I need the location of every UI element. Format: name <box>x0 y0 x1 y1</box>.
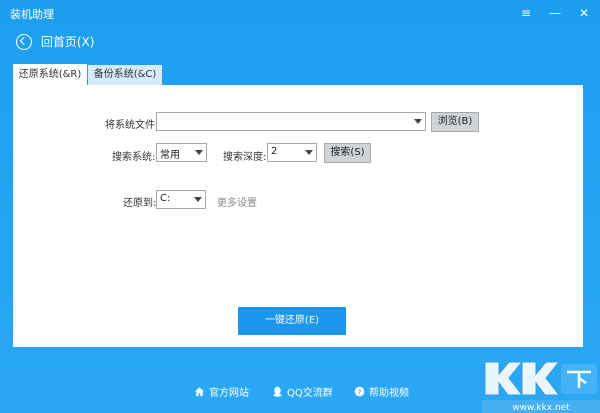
close-icon[interactable]: ✕ <box>574 4 594 22</box>
tab-restore-system[interactable]: 还原系统(&R) <box>13 64 87 85</box>
restore-to-select[interactable]: C: <box>156 190 206 209</box>
search-system-label: 搜索系统: <box>112 152 156 163</box>
search-depth-select[interactable]: 2 <box>267 143 317 162</box>
search-depth-label: 搜索深度: <box>223 152 267 163</box>
tab-backup-system[interactable]: 备份系统(&C) <box>88 65 162 85</box>
search-button[interactable]: 搜索(S) <box>324 143 371 163</box>
watermark-logo: www.kkx.net <box>482 350 600 413</box>
qq-group-link[interactable]: QQ交流群 <box>272 384 333 399</box>
search-system-select[interactable]: 常用 <box>156 143 207 162</box>
chevron-down-icon <box>414 119 422 124</box>
search-system-value: 常用 <box>160 150 180 161</box>
help-video-label: 帮助视频 <box>369 388 409 399</box>
search-depth-value: 2 <box>271 146 278 157</box>
more-settings-link[interactable]: 更多设置 <box>217 194 257 209</box>
official-site-label: 官方网站 <box>209 388 249 399</box>
chevron-down-icon <box>195 150 203 155</box>
svg-text:?: ? <box>358 387 362 396</box>
title-bar: 装机助理 ≡ — ✕ <box>0 0 600 26</box>
menu-icon[interactable]: ≡ <box>516 4 536 22</box>
chevron-down-icon <box>305 150 313 155</box>
qq-icon <box>273 386 282 397</box>
system-file-label: 将系统文件: <box>105 120 159 131</box>
system-file-select[interactable] <box>156 112 426 131</box>
app-window: 装机助理 ≡ — ✕ 回首页(X) 还原系统(&R) 备份系统(&C) 将系统文… <box>0 0 600 413</box>
browse-button[interactable]: 浏览(B) <box>431 112 479 132</box>
restore-to-value: C: <box>160 193 171 204</box>
restore-to-label: 还原到: <box>123 198 157 209</box>
home-icon <box>194 387 205 397</box>
svg-text:www.kkx.net: www.kkx.net <box>512 403 570 413</box>
official-site-link[interactable]: 官方网站 <box>194 384 249 399</box>
back-arrow-icon <box>16 33 32 50</box>
chevron-down-icon <box>194 197 202 202</box>
home-link-label: 回首页(X) <box>40 35 95 49</box>
help-icon: ? <box>354 386 365 397</box>
qq-group-label: QQ交流群 <box>287 388 333 399</box>
main-panel: 将系统文件: 浏览(B) 搜索系统: 常用 搜索深度: 2 搜索(S) 还原到:… <box>13 85 583 347</box>
minimize-icon[interactable]: — <box>545 4 565 22</box>
home-link[interactable]: 回首页(X) <box>16 33 94 51</box>
one-key-restore-button[interactable]: 一键还原(E) <box>238 307 346 335</box>
app-title: 装机助理 <box>10 8 54 21</box>
help-video-link[interactable]: ? 帮助视频 <box>354 384 409 399</box>
kk-logo-icon: www.kkx.net <box>482 361 600 413</box>
